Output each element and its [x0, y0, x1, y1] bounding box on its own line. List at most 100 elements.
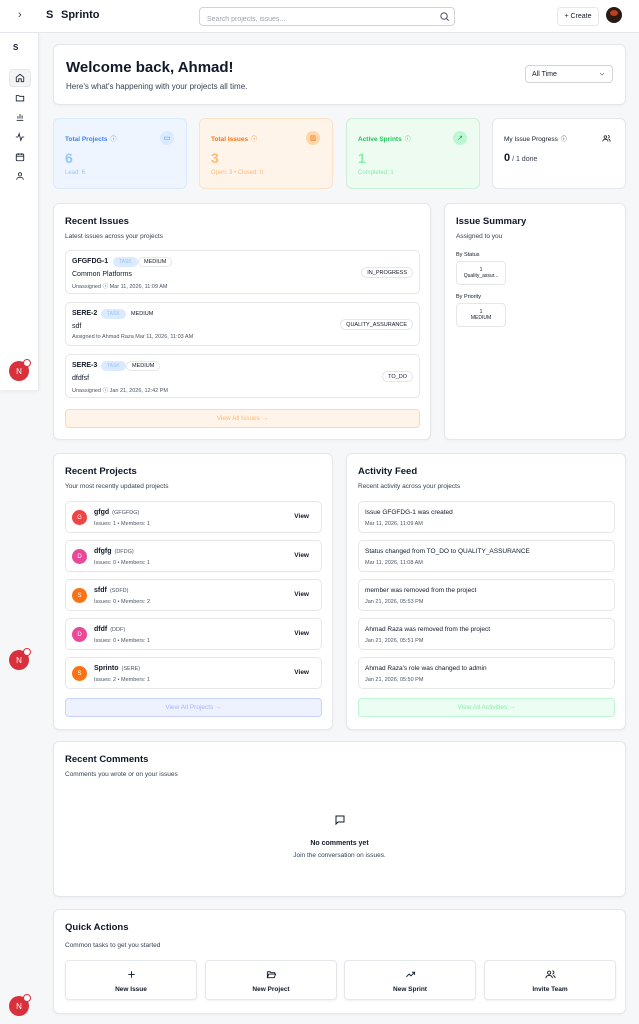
quick-action-label: New Issue [115, 986, 147, 993]
view-project-button[interactable]: View [294, 513, 309, 520]
priority-summary-box: 1 MEDIUM [456, 303, 506, 327]
folder-icon: ▭ [160, 131, 174, 145]
activity-item[interactable]: Issue GFGFDG-1 was created Mar 11, 2026, … [358, 501, 615, 533]
project-item[interactable]: Ggfgd (GFGFDG) Issues: 1 • Members: 1 View [65, 501, 322, 533]
issue-key: SERE-2 [72, 310, 98, 317]
stat-total-issues[interactable]: Total Issues ⓘ 3 Open: 3 • Closed: 0 ▥ [199, 118, 333, 189]
sidebar-item-home[interactable] [9, 69, 31, 87]
welcome-card: Welcome back, Ahmad! Here's what's happe… [53, 44, 626, 105]
app-name[interactable]: Sprinto [61, 9, 100, 21]
activity-icon [15, 132, 25, 142]
quick-actions-card: Quick Actions Common tasks to get you st… [53, 909, 626, 1014]
by-status-label: By Status [456, 252, 480, 258]
users-icon [544, 970, 556, 979]
stat-label: Total Issues [211, 136, 249, 143]
issue-type-badge: TASK [113, 257, 138, 267]
project-meta: Issues: 0 • Members: 1 [94, 638, 151, 644]
stat-active-sprints[interactable]: Active Sprints ⓘ 1 Completed: 1 ↗ [346, 118, 480, 189]
floating-user-avatar[interactable]: N [9, 994, 31, 1016]
by-priority-label: By Priority [456, 294, 482, 300]
sidebar-logo[interactable]: S [13, 43, 18, 52]
section-subtitle: Your most recently updated projects [65, 483, 169, 490]
stat-sub: Completed: 1 [358, 170, 394, 176]
view-project-button[interactable]: View [294, 669, 309, 676]
view-all-projects-button[interactable]: View All Projects → [65, 698, 322, 717]
info-icon: ⓘ [560, 137, 567, 143]
quick-action-label: New Sprint [393, 986, 427, 993]
activity-item[interactable]: Ahmad Raza's role was changed to admin Ja… [358, 657, 615, 689]
new-issue-button[interactable]: New Issue [65, 960, 197, 1000]
sidebar-item-reports[interactable] [9, 108, 31, 126]
project-name: dfdf [94, 626, 108, 633]
stat-value: 6 [65, 150, 73, 166]
activity-time: Jan 21, 2026, 05:51 PM [365, 638, 424, 644]
search-icon[interactable] [439, 11, 450, 22]
time-range-select[interactable]: All Time [525, 65, 613, 83]
stat-total-projects[interactable]: Total Projects ⓘ 6 Lead: 6 ▭ [53, 118, 187, 189]
issue-key: GFGFDG-1 [72, 258, 109, 265]
new-project-button[interactable]: New Project [205, 960, 337, 1000]
project-item[interactable]: S Sprinto (SERE) Issues: 2 • Members: 1 View [65, 657, 322, 689]
recent-projects-card: Recent Projects Your most recently updat… [53, 453, 333, 730]
activity-item[interactable]: Ahmad Raza was removed from the project J… [358, 618, 615, 650]
info-icon: ⓘ [251, 137, 258, 143]
issue-item[interactable]: GFGFDG-1 TASK MEDIUM Common Platforms Un… [65, 250, 420, 294]
activity-feed-card: Activity Feed Recent activity across you… [346, 453, 626, 730]
message-icon [335, 815, 345, 826]
view-all-activities-button[interactable]: View All Activities → [358, 698, 615, 717]
sidebar-item-activity[interactable] [9, 128, 31, 146]
sidebar-item-profile[interactable] [9, 167, 31, 185]
priority-name: MEDIUM [470, 315, 492, 321]
sidebar-user-avatar[interactable]: N [9, 359, 31, 381]
view-all-issues-button[interactable]: View All Issues → [65, 409, 420, 428]
issue-item[interactable]: SERE-3 TASK MEDIUM dfdfsf Unassigned ⓘ J… [65, 354, 420, 398]
issue-priority-badge: MEDIUM [138, 257, 173, 267]
stat-value: 1 [358, 150, 366, 166]
issue-summary-card: Issue Summary Assigned to you By Status … [444, 203, 626, 440]
activity-item[interactable]: member was removed from the project Jan 2… [358, 579, 615, 611]
project-name: dfgfg [94, 548, 112, 555]
stat-value: 0 [504, 152, 511, 164]
activity-item[interactable]: Status changed from TO_DO to QUALITY_ASS… [358, 540, 615, 572]
plus-icon [127, 971, 135, 978]
sidebar-item-calendar[interactable] [9, 148, 31, 166]
activity-time: Mar 11, 2026, 11:08 AM [365, 560, 423, 566]
stat-issue-progress[interactable]: My Issue Progress ⓘ 0 / 1 done [492, 118, 626, 189]
view-project-button[interactable]: View [294, 552, 309, 559]
search-box[interactable] [199, 7, 455, 28]
top-bar: › S Sprinto + Create [0, 0, 639, 33]
section-title: Recent Comments [65, 754, 149, 765]
issue-priority-badge: MEDIUM [131, 311, 154, 317]
issue-item[interactable]: SERE-2 TASK MEDIUM sdf Assigned to Ahmad… [65, 302, 420, 346]
user-avatar[interactable] [606, 7, 622, 23]
project-key: (SERE) [121, 666, 141, 672]
issue-type-badge: TASK [101, 361, 126, 371]
activity-text: member was removed from the project [365, 587, 477, 594]
floating-user-avatar[interactable]: N [9, 648, 31, 670]
invite-team-button[interactable]: Invite Team [484, 960, 616, 1000]
project-avatar: S [72, 666, 87, 681]
chart-icon: ▥ [306, 131, 320, 145]
activity-time: Jan 21, 2026, 05:50 PM [365, 677, 424, 683]
section-title: Recent Projects [65, 466, 137, 477]
create-button[interactable]: + Create [557, 7, 599, 26]
view-project-button[interactable]: View [294, 630, 309, 637]
project-avatar: D [72, 627, 87, 642]
issue-status-badge: TO_DO [382, 371, 413, 382]
project-item[interactable]: Ssfdf (SDFD) Issues: 0 • Members: 2 View [65, 579, 322, 611]
stat-value: 3 [211, 150, 219, 166]
project-meta: Issues: 2 • Members: 1 [94, 677, 151, 683]
project-name: gfgd [94, 509, 110, 516]
new-sprint-button[interactable]: New Sprint [344, 960, 476, 1000]
chevron-right-icon[interactable]: › [18, 9, 22, 21]
app-logo[interactable]: S [46, 9, 53, 21]
section-title: Quick Actions [65, 922, 129, 933]
view-project-button[interactable]: View [294, 591, 309, 598]
project-item[interactable]: Ddfdf (DDF) Issues: 0 • Members: 1 View [65, 618, 322, 650]
issue-status-badge: IN_PROGRESS [361, 267, 413, 278]
sidebar-item-projects[interactable] [9, 89, 31, 107]
search-input[interactable] [207, 11, 427, 28]
project-item[interactable]: Ddfgfg (DFDG) Issues: 0 • Members: 1 View [65, 540, 322, 572]
project-meta: Issues: 0 • Members: 1 [94, 560, 151, 566]
trending-up-icon: ↗ [453, 131, 467, 145]
